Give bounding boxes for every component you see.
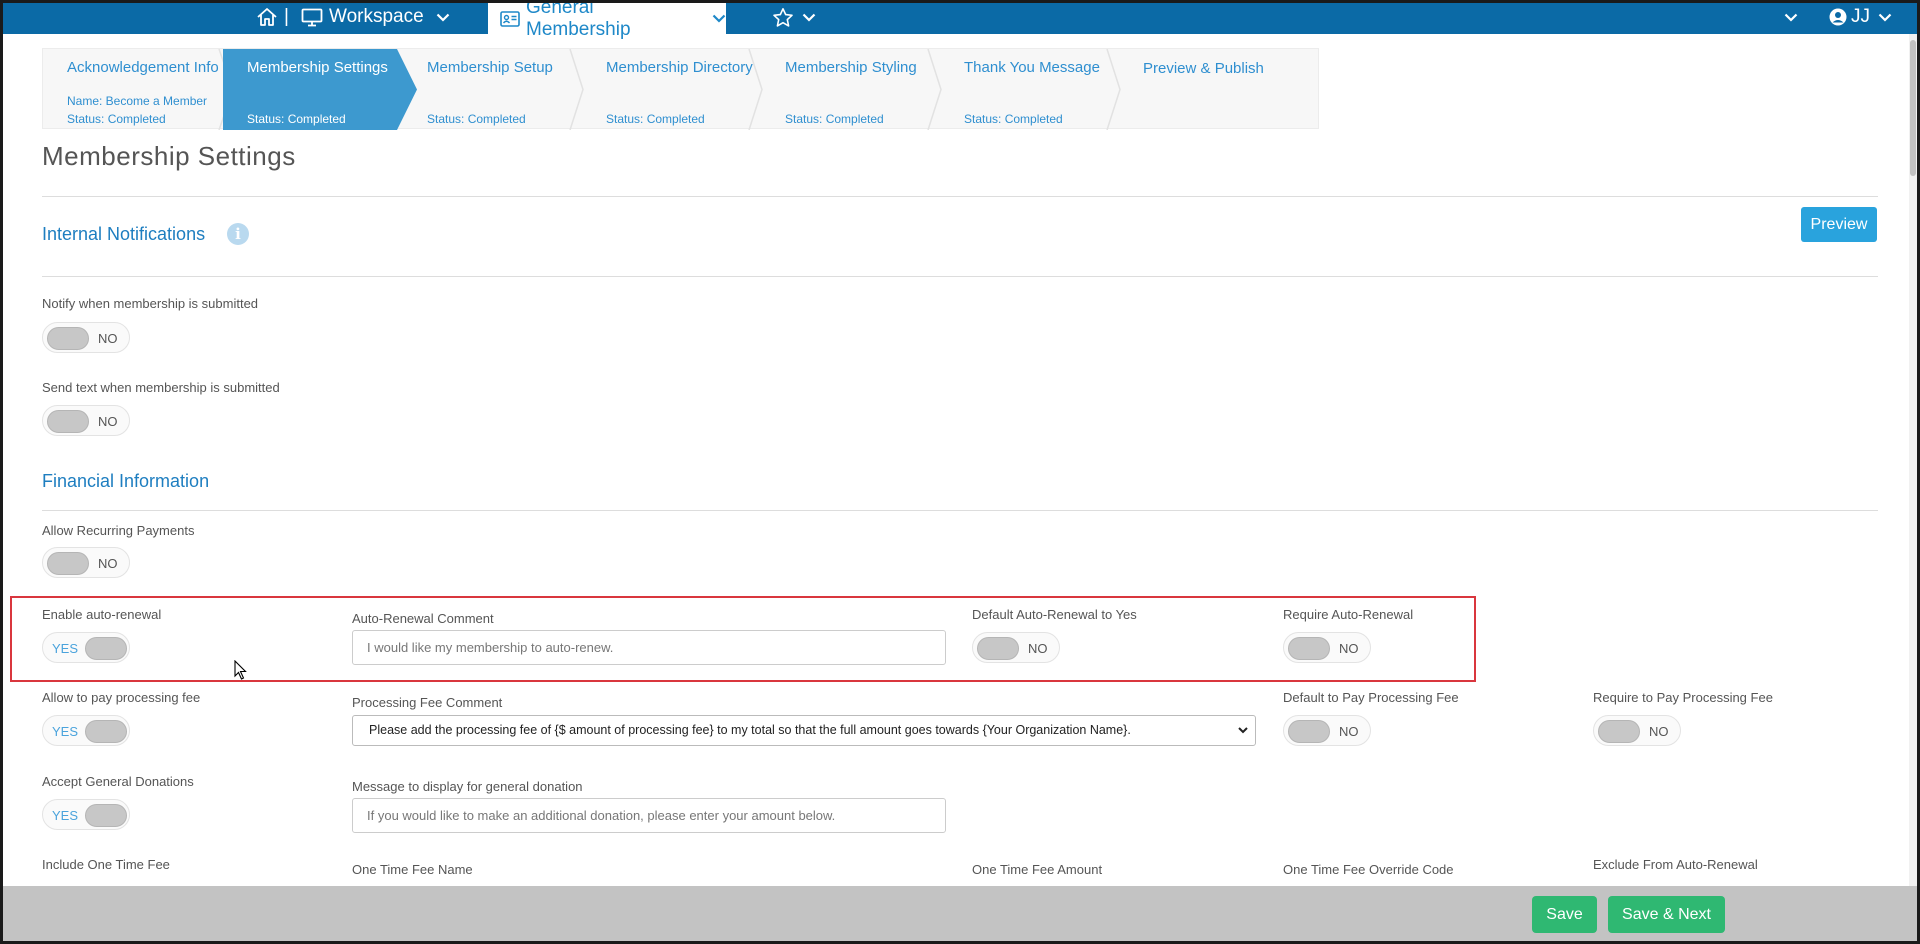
include-one-time-fee-label: Include One Time Fee (42, 857, 170, 872)
page-title: Membership Settings (42, 141, 296, 171)
wizard-step-acknowledgement[interactable]: Acknowledgement Info Name: Become a Memb… (43, 49, 233, 130)
toggle-knob (1598, 720, 1640, 743)
toggle-knob (85, 804, 127, 827)
chevron-down-icon (1878, 13, 1892, 22)
home-nav[interactable]: | (256, 0, 291, 34)
section-title-financial-information: Financial Information (42, 471, 210, 491)
allow-recurring-label: Allow Recurring Payments (42, 523, 195, 538)
wizard-step-membership-styling[interactable]: Membership Styling Status: Completed (761, 49, 942, 130)
highlight-box (10, 596, 1476, 682)
step-status: Status: Completed (964, 112, 1063, 126)
wizard-steps: Acknowledgement Info Name: Become a Memb… (42, 48, 1319, 130)
notify-submitted-toggle[interactable]: NO (42, 322, 130, 353)
default-processing-fee-toggle[interactable]: NO (1283, 715, 1371, 746)
step-title: Preview & Publish (1143, 60, 1264, 77)
chevron-down-icon (436, 13, 450, 22)
toggle-state: NO (1649, 724, 1669, 739)
default-processing-fee-label: Default to Pay Processing Fee (1283, 690, 1459, 705)
toggle-knob (85, 720, 127, 743)
section-title-internal-notifications: Internal Notifications (42, 224, 206, 244)
save-next-button[interactable]: Save & Next (1608, 896, 1725, 933)
toggle-knob (47, 552, 89, 575)
chevron-down-icon (1784, 13, 1798, 22)
apps-menu[interactable] (1784, 0, 1798, 34)
chevron-down-icon (712, 14, 726, 23)
donation-message-input[interactable] (352, 798, 946, 833)
star-icon (772, 7, 794, 28)
send-text-label: Send text when membership is submitted (42, 380, 280, 395)
exclude-auto-renewal-label: Exclude From Auto-Renewal (1593, 857, 1758, 872)
allow-processing-fee-label: Allow to pay processing fee (42, 690, 201, 705)
home-icon[interactable] (256, 7, 278, 27)
nav-separator: | (284, 6, 289, 27)
one-time-fee-override-label: One Time Fee Override Code (1283, 862, 1454, 877)
step-status: Status: Completed (785, 112, 884, 126)
wizard-step-preview-publish[interactable]: Preview & Publish (1119, 49, 1319, 130)
top-nav-bar: | Workspace General Membership JJ (0, 0, 1920, 40)
step-title: Membership Settings (247, 59, 388, 76)
donation-message-label: Message to display for general donation (352, 779, 583, 794)
chevron-down-icon (1237, 718, 1249, 745)
info-icon[interactable]: i (227, 223, 249, 245)
user-initials: JJ (1851, 6, 1870, 27)
step-title: Acknowledgement Info (67, 59, 219, 76)
preview-button[interactable]: Preview (1801, 207, 1877, 242)
chevron-down-icon (802, 13, 816, 22)
current-form-label: General Membership (526, 0, 631, 40)
wizard-step-membership-settings[interactable]: Membership Settings Status: Completed (223, 49, 417, 130)
toggle-state: NO (98, 556, 118, 571)
toggle-state: NO (98, 331, 118, 346)
send-text-toggle[interactable]: NO (42, 405, 130, 436)
wizard-step-membership-setup[interactable]: Membership Setup Status: Completed (403, 49, 584, 130)
accept-donations-label: Accept General Donations (42, 774, 194, 789)
id-card-icon (500, 10, 520, 27)
mouse-cursor-icon (234, 660, 247, 680)
wizard-step-thank-you[interactable]: Thank You Message Status: Completed (940, 49, 1121, 130)
workspace-menu[interactable]: Workspace (301, 0, 450, 34)
toggle-knob (1288, 720, 1330, 743)
step-status: Status: Completed (67, 112, 166, 126)
processing-fee-comment-select[interactable]: Please add the processing fee of {$ amou… (352, 715, 1256, 746)
user-circle-icon (1829, 8, 1847, 26)
scrollbar-thumb[interactable] (1910, 40, 1916, 176)
toggle-state: YES (52, 808, 79, 823)
notify-submitted-label: Notify when membership is submitted (42, 296, 259, 311)
toggle-knob (47, 327, 89, 350)
toggle-knob (47, 410, 89, 433)
current-form-tab[interactable]: General Membership (488, 0, 726, 40)
workspace-label: Workspace (329, 6, 424, 27)
one-time-fee-name-label: One Time Fee Name (352, 862, 473, 877)
toggle-state: NO (98, 414, 118, 429)
divider (42, 510, 1878, 511)
require-processing-fee-toggle[interactable]: NO (1593, 715, 1681, 746)
toggle-state: NO (1339, 724, 1359, 739)
step-status: Status: Completed (247, 112, 346, 126)
toggle-state: YES (52, 724, 79, 739)
divider (42, 276, 1878, 277)
user-menu[interactable]: JJ (1829, 0, 1892, 34)
one-time-fee-amount-label: One Time Fee Amount (972, 862, 1103, 877)
step-status: Status: Completed (606, 112, 705, 126)
step-title: Membership Setup (427, 59, 553, 76)
accept-donations-toggle[interactable]: YES (42, 799, 130, 830)
allow-recurring-toggle[interactable]: NO (42, 547, 130, 578)
selected-value: Please add the processing fee of {$ amou… (369, 723, 1131, 737)
step-status: Status: Completed (427, 112, 526, 126)
monitor-icon (301, 8, 323, 27)
allow-processing-fee-toggle[interactable]: YES (42, 715, 130, 746)
favorites-menu[interactable] (772, 0, 816, 34)
step-name: Name: Become a Member (67, 94, 208, 108)
divider (42, 196, 1878, 197)
step-title: Membership Styling (785, 59, 917, 76)
wizard-step-membership-directory[interactable]: Membership Directory Status: Completed (582, 49, 763, 130)
step-title: Membership Directory (606, 59, 753, 76)
vertical-scrollbar[interactable] (1909, 34, 1917, 886)
require-processing-fee-label: Require to Pay Processing Fee (1593, 690, 1773, 705)
save-button[interactable]: Save (1532, 896, 1597, 933)
step-title: Thank You Message (964, 59, 1100, 76)
processing-fee-comment-label: Processing Fee Comment (352, 695, 503, 710)
